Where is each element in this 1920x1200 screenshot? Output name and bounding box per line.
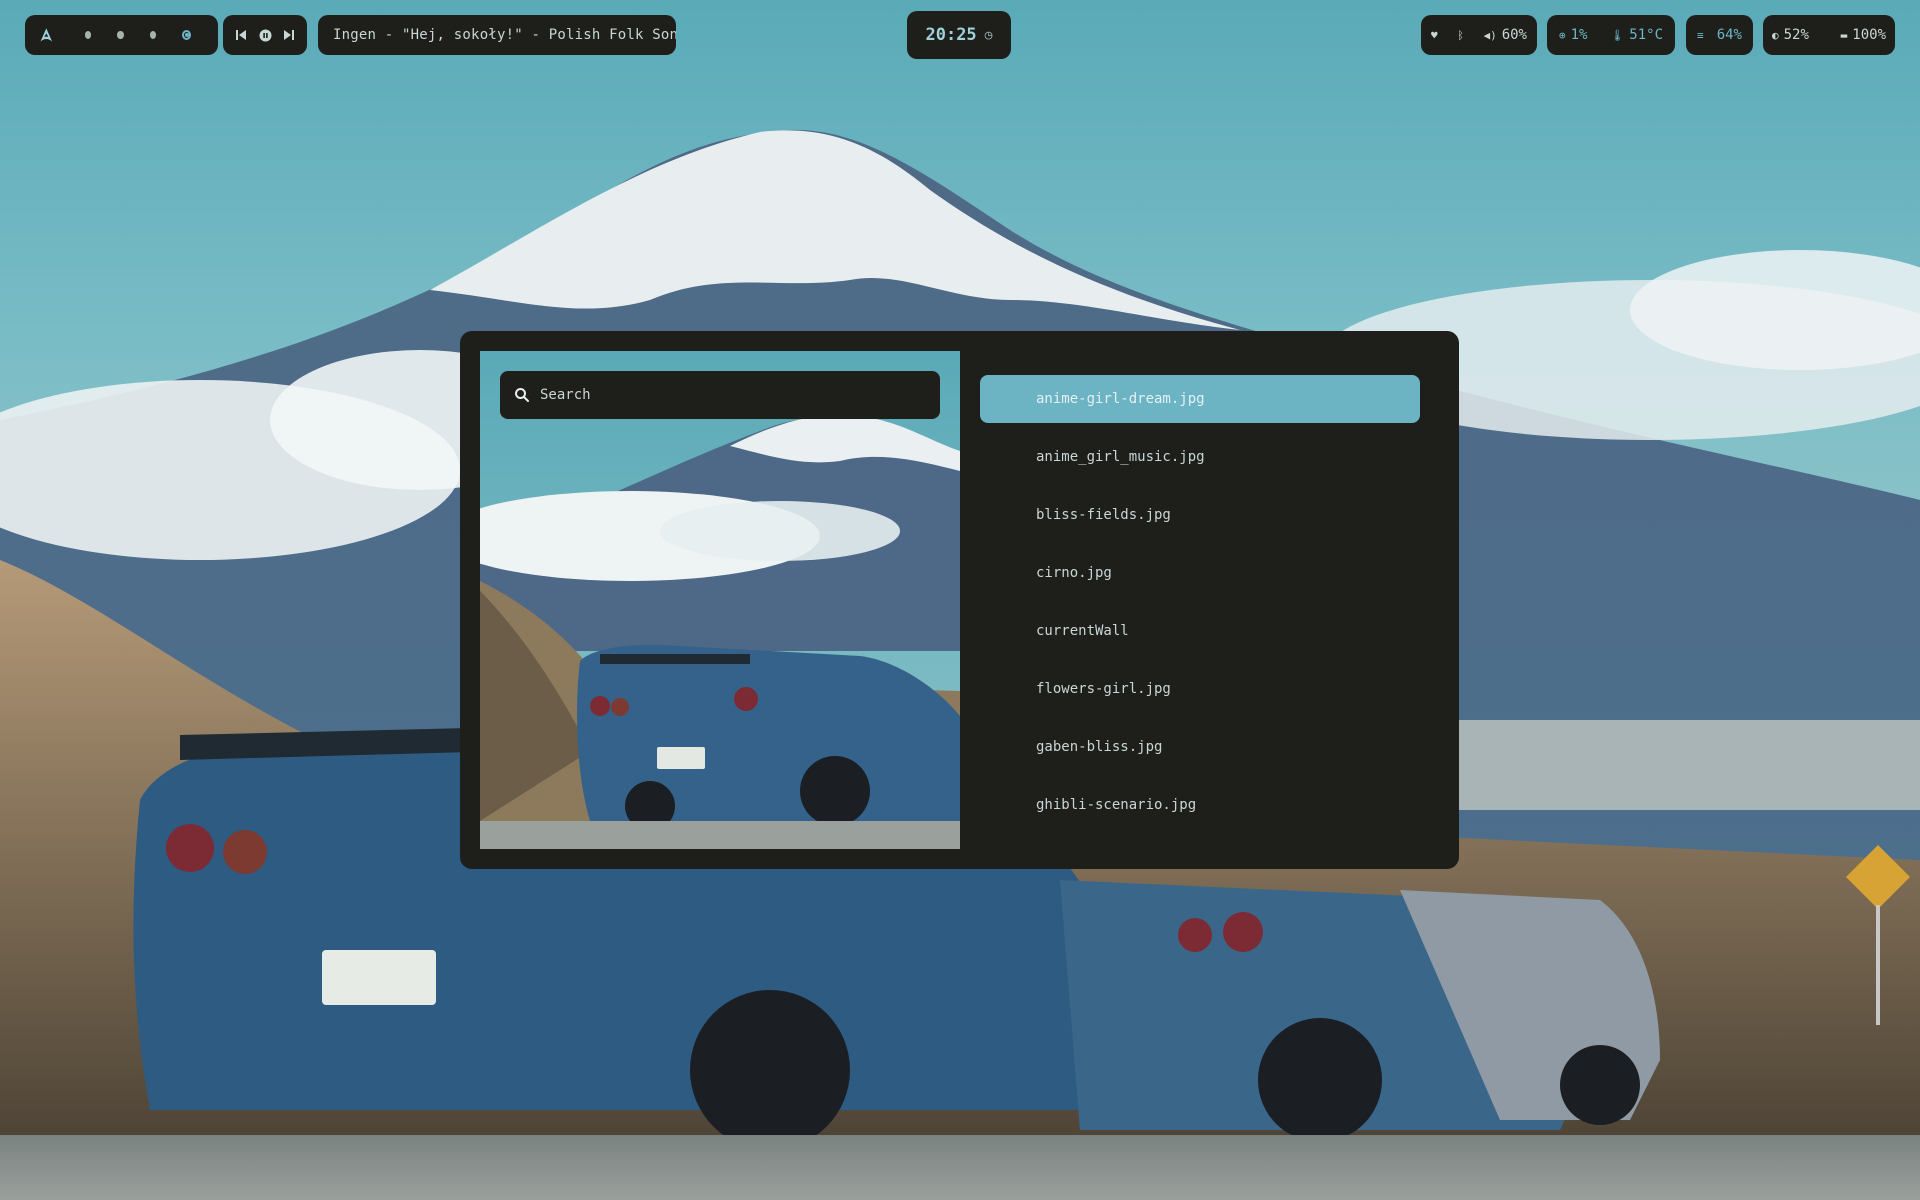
brightness-control[interactable]: ◐ 52% bbox=[1772, 27, 1809, 43]
workspace-3[interactable] bbox=[149, 31, 157, 39]
volume-value: 60% bbox=[1501, 27, 1527, 43]
cpu-temp-module[interactable]: ⊕ 1% 🌡︎ 51°C bbox=[1547, 15, 1675, 55]
wifi-icon[interactable]: ♥ bbox=[1431, 29, 1438, 42]
clock-module[interactable]: 20:25 ◷ bbox=[907, 11, 1011, 59]
file-list-item[interactable]: flowers-girl.jpg bbox=[980, 665, 1420, 713]
file-name: gaben-bliss.jpg bbox=[1036, 739, 1163, 755]
file-name: cirno.jpg bbox=[1036, 565, 1112, 581]
memory-value: 64% bbox=[1716, 27, 1742, 43]
volume-control[interactable]: ◀) 60% bbox=[1483, 27, 1527, 43]
media-controls bbox=[223, 15, 307, 55]
memory-icon: ≡ bbox=[1697, 28, 1704, 42]
battery-status[interactable]: ▬ 100% bbox=[1841, 27, 1886, 43]
search-input[interactable] bbox=[540, 387, 900, 403]
now-playing-title: Ingen - "Hej, sokoły!" - Polish Folk Son… bbox=[333, 27, 676, 43]
battery-icon: ▬ bbox=[1840, 28, 1848, 42]
arch-logo-icon[interactable] bbox=[39, 26, 54, 44]
clock-time: 20:25 bbox=[925, 25, 977, 45]
brightness-icon: ◐ bbox=[1772, 28, 1779, 42]
battery-value: 100% bbox=[1852, 27, 1886, 43]
file-list-item[interactable]: anime_girl_music.jpg bbox=[980, 433, 1420, 481]
file-list-item[interactable]: ghibli-scenario.jpg bbox=[980, 781, 1420, 829]
brightness-battery-module: ◐ 52% ▬ 100% bbox=[1763, 15, 1895, 55]
file-name: currentWall bbox=[1036, 623, 1129, 639]
file-name: anime_girl_music.jpg bbox=[1036, 449, 1205, 465]
wallpaper-file-list: anime-girl-dream.jpg anime_girl_music.jp… bbox=[980, 375, 1420, 839]
file-list-item[interactable]: cirno.jpg bbox=[980, 549, 1420, 597]
file-list-item[interactable]: bliss-fields.jpg bbox=[980, 491, 1420, 539]
wallpaper-preview-image bbox=[480, 351, 960, 849]
memory-module[interactable]: ≡ 64% bbox=[1686, 15, 1753, 55]
wallpaper-picker: anime-girl-dream.jpg anime_girl_music.jp… bbox=[460, 331, 1459, 869]
clock-icon: ◷ bbox=[984, 27, 993, 43]
workspace-1[interactable] bbox=[84, 31, 92, 39]
file-name: bliss-fields.jpg bbox=[1036, 507, 1171, 523]
bluetooth-icon[interactable]: ᛒ bbox=[1457, 29, 1464, 42]
file-name: ghibli-scenario.jpg bbox=[1036, 797, 1197, 813]
search-bar[interactable] bbox=[500, 371, 940, 419]
skip-previous-icon[interactable] bbox=[234, 28, 248, 42]
file-name: anime-girl-dream.jpg bbox=[1036, 391, 1205, 407]
workspace-4-active[interactable] bbox=[182, 30, 191, 40]
now-playing[interactable]: Ingen - "Hej, sokoły!" - Polish Folk Son… bbox=[318, 15, 676, 55]
cpu-icon: ⊕ bbox=[1559, 28, 1566, 42]
workspace-2[interactable] bbox=[117, 31, 124, 39]
file-list-item[interactable]: gaben-bliss.jpg bbox=[980, 723, 1420, 771]
file-list-item[interactable]: currentWall bbox=[980, 607, 1420, 655]
wallpaper-road bbox=[0, 1135, 1920, 1200]
brightness-value: 52% bbox=[1783, 27, 1809, 43]
file-list-item-selected[interactable]: anime-girl-dream.jpg bbox=[980, 375, 1420, 423]
temperature-value: 51°C bbox=[1629, 27, 1663, 43]
search-icon bbox=[515, 388, 529, 402]
wallpaper-preview bbox=[480, 351, 960, 849]
workspaces-module bbox=[25, 15, 218, 55]
volume-icon: ◀) bbox=[1483, 28, 1497, 42]
skip-next-icon[interactable] bbox=[282, 28, 296, 42]
thermometer-icon: 🌡︎ bbox=[1610, 28, 1625, 42]
cpu-value: 1% bbox=[1570, 27, 1588, 43]
file-name: flowers-girl.jpg bbox=[1036, 681, 1171, 697]
connectivity-module: ♥ ᛒ ◀) 60% bbox=[1421, 15, 1537, 55]
play-pause-icon[interactable] bbox=[258, 28, 272, 42]
